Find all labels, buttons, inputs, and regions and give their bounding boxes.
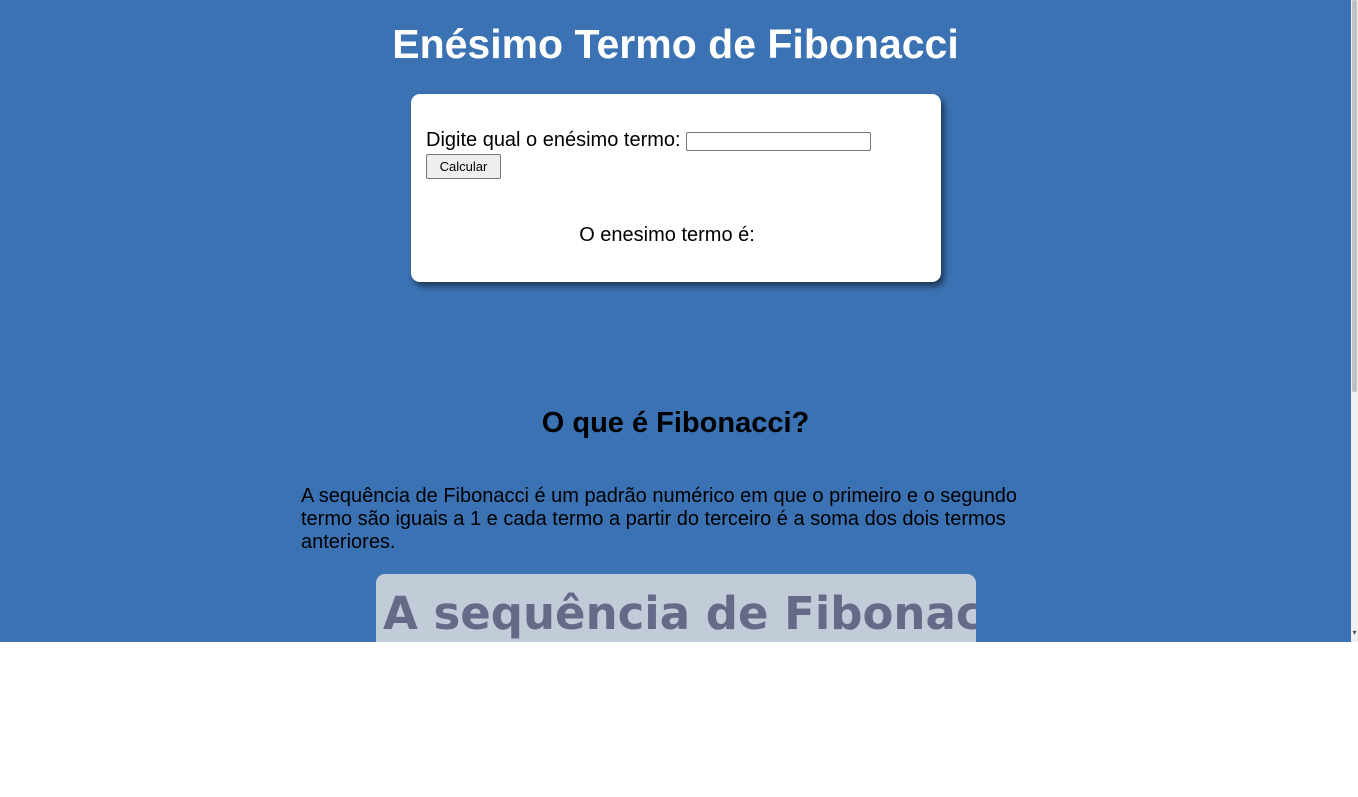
fibonacci-image: A sequência de Fibonacci: [376, 574, 976, 642]
browser-viewport: Enésimo Termo de Fibonacci Digite qual o…: [0, 0, 1358, 642]
term-prompt-label: Digite qual o enésimo termo:: [426, 129, 681, 151]
calculator-card: Digite qual o enésimo termo: Calcular O …: [411, 94, 941, 282]
scroll-down-arrow-icon[interactable]: ▾: [1351, 628, 1358, 638]
scrollbar-thumb[interactable]: [1352, 0, 1357, 392]
page-title: Enésimo Termo de Fibonacci: [392, 21, 959, 67]
term-input[interactable]: [686, 132, 871, 151]
result-label: O enesimo termo é:: [579, 224, 755, 246]
calculate-button[interactable]: Calcular: [426, 154, 501, 179]
empty-area: [0, 642, 1358, 797]
fibonacci-heading: O que é Fibonacci?: [541, 407, 810, 439]
fibonacci-description: A sequência de Fibonacci é um padrão num…: [301, 485, 1017, 553]
fibonacci-image-caption: A sequência de Fibonacci: [383, 587, 976, 640]
page: Enésimo Termo de Fibonacci Digite qual o…: [0, 0, 1351, 642]
vertical-scrollbar[interactable]: ▾: [1351, 0, 1358, 642]
